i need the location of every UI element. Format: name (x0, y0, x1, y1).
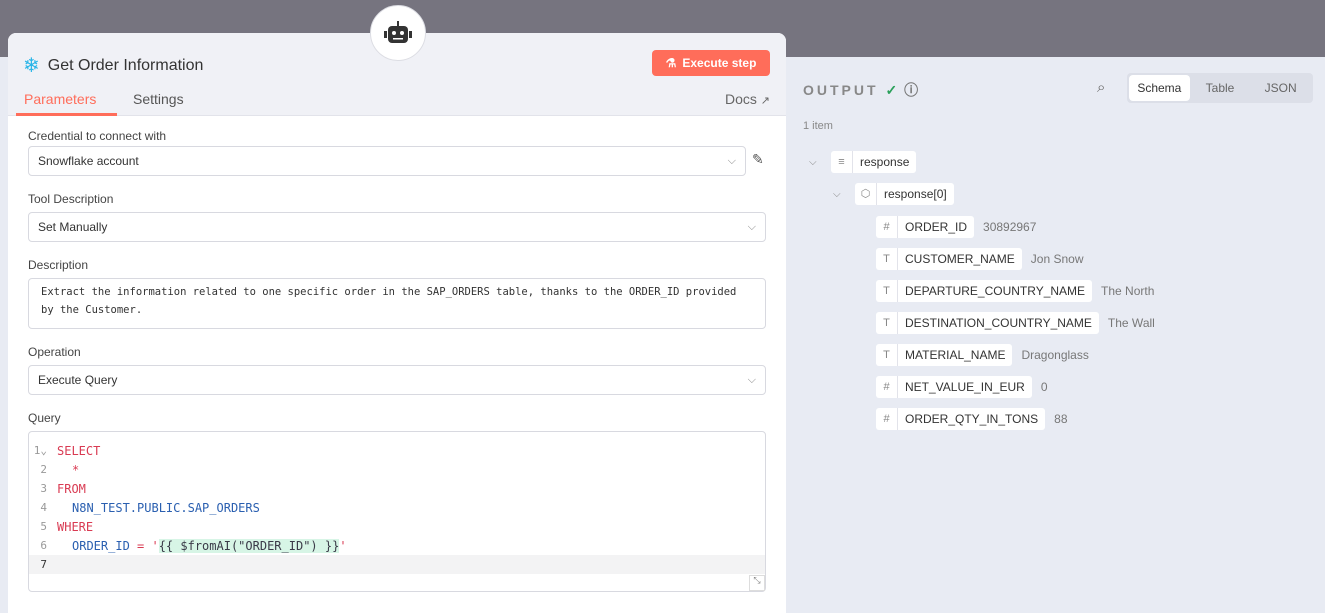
code-line: 1⌄ SELECT (33, 443, 101, 458)
view-switcher: Schema Table JSON (1127, 73, 1313, 103)
field-value: 0 (1040, 380, 1048, 394)
external-link-icon: ↗ (760, 95, 770, 107)
text-type-icon: T (876, 312, 898, 334)
chevron-down-icon: ⌵ (747, 373, 756, 386)
operation-value: Execute Query (38, 373, 118, 387)
docs-link[interactable]: Docs ↗ (725, 91, 770, 107)
text-type-icon: T (876, 248, 898, 270)
query-editor[interactable]: 1⌄ SELECT 2 * 3 FROM 4 N8N_TEST.PUBLIC.SAP_O… (28, 431, 766, 592)
code-line: 5 WHERE (40, 519, 94, 534)
tool-description-select[interactable]: Set Manually ⌵ (28, 212, 766, 242)
field-value: Jon Snow (1030, 252, 1084, 266)
node-key: response (860, 155, 910, 169)
snowflake-icon: ❄ (23, 55, 40, 77)
schema-node-response[interactable]: ⌵ ≡ response (809, 151, 917, 173)
code-line: 6 ORDER_ID = '{{ $fromAI("ORDER_ID") }}' (40, 538, 347, 553)
number-type-icon: # (876, 216, 898, 238)
view-json[interactable]: JSON (1250, 75, 1311, 101)
credential-value: Snowflake account (38, 154, 139, 168)
schema-field[interactable]: T DEPARTURE_COUNTRY_NAME The North (876, 280, 1154, 302)
text-type-icon: T (876, 344, 898, 366)
operation-label: Operation (28, 345, 81, 359)
number-type-icon: # (876, 376, 898, 398)
chevron-down-icon[interactable]: ⌵ (833, 189, 855, 200)
schema-field[interactable]: # NET_VALUE_IN_EUR 0 (876, 376, 1048, 398)
field-key: MATERIAL_NAME (905, 348, 1006, 362)
node-title[interactable]: ❄ Get Order Information (23, 53, 203, 78)
node-title-text: Get Order Information (47, 56, 204, 74)
text-type-icon: T (876, 280, 898, 302)
chevron-down-icon[interactable]: ⌵ (809, 157, 831, 168)
list-icon: ≡ (831, 151, 853, 173)
field-key: ORDER_ID (905, 220, 968, 234)
schema-field[interactable]: # ORDER_ID 30892967 (876, 216, 1036, 238)
credential-select[interactable]: Snowflake account ⌵ (28, 146, 746, 176)
number-type-icon: # (876, 408, 898, 430)
code-line: 2 * (40, 462, 80, 477)
view-table[interactable]: Table (1190, 75, 1251, 101)
field-key: DESTINATION_COUNTRY_NAME (905, 316, 1092, 330)
code-text: ORDER_ID (72, 538, 130, 553)
item-count: 1 item (803, 120, 833, 132)
field-value: 88 (1054, 412, 1068, 426)
tab-settings[interactable]: Settings (133, 91, 184, 107)
code-text: ' (339, 538, 347, 553)
code-line: 4 N8N_TEST.PUBLIC.SAP_ORDERS (40, 500, 260, 515)
schema-field[interactable]: T CUSTOMER_NAME Jon Snow (876, 248, 1084, 270)
view-schema[interactable]: Schema (1129, 75, 1190, 101)
expression-highlight: {{ $fromAI("ORDER_ID") }} (158, 538, 340, 553)
output-panel: OUTPUT ✓ ⓘ ⌕ Schema Table JSON 1 item ⌵ ≡… (787, 57, 1325, 603)
code-text: * (72, 462, 80, 477)
schema-node-response-0[interactable]: ⌵ ⬡ response[0] (833, 183, 954, 205)
code-line: 3 FROM (40, 481, 86, 496)
success-check-icon: ✓ (885, 82, 898, 98)
code-text: SELECT (57, 443, 101, 458)
field-value: The Wall (1107, 316, 1155, 330)
operation-select[interactable]: Execute Query ⌵ (28, 365, 766, 395)
info-icon[interactable]: ⓘ (904, 82, 918, 98)
field-value: 30892967 (983, 220, 1037, 234)
search-icon[interactable]: ⌕ (1097, 79, 1105, 96)
field-key: ORDER_QTY_IN_TONS (905, 412, 1039, 426)
query-label: Query (28, 411, 61, 425)
chevron-down-icon: ⌵ (727, 154, 736, 167)
output-title: OUTPUT ✓ ⓘ (803, 80, 918, 100)
description-label: Description (28, 258, 89, 272)
schema-field[interactable]: T MATERIAL_NAME Dragonglass (876, 344, 1089, 366)
docs-label: Docs (724, 91, 757, 107)
description-textarea[interactable]: Extract the information related to one s… (28, 278, 766, 329)
output-title-text: OUTPUT (803, 82, 879, 98)
active-tab-indicator (16, 113, 117, 116)
tool-description-value: Set Manually (38, 220, 108, 234)
execute-label: Execute step (682, 56, 757, 70)
field-value: The North (1101, 284, 1155, 298)
code-text: WHERE (57, 519, 94, 534)
field-value: Dragonglass (1021, 348, 1089, 362)
schema-field[interactable]: T DESTINATION_COUNTRY_NAME The Wall (876, 312, 1155, 334)
flask-icon: ⚗ (665, 56, 677, 70)
field-key: DEPARTURE_COUNTRY_NAME (905, 284, 1086, 298)
tab-parameters[interactable]: Parameters (24, 91, 96, 107)
execute-step-button[interactable]: ⚗ Execute step (652, 50, 770, 76)
tool-description-label: Tool Description (28, 192, 114, 206)
code-text: FROM (57, 481, 86, 496)
pencil-icon[interactable]: ✎ (752, 151, 764, 168)
node-parameters-panel: ❄ Get Order Information ⚗ Execute step Pa… (8, 33, 786, 613)
field-key: CUSTOMER_NAME (905, 252, 1015, 266)
code-text: = ' (129, 538, 159, 553)
field-key: NET_VALUE_IN_EUR (905, 380, 1025, 394)
expand-editor-icon[interactable]: ⤡ (749, 575, 765, 591)
schema-field[interactable]: # ORDER_QTY_IN_TONS 88 (876, 408, 1068, 430)
cube-icon: ⬡ (855, 183, 877, 205)
code-text: N8N_TEST.PUBLIC.SAP_ORDERS (72, 500, 260, 515)
left-strip (0, 57, 8, 603)
node-key: response[0] (884, 187, 947, 201)
code-line: 7 (29, 555, 765, 574)
robot-icon (370, 5, 426, 61)
credential-label: Credential to connect with (28, 129, 167, 143)
chevron-down-icon: ⌵ (747, 220, 756, 233)
